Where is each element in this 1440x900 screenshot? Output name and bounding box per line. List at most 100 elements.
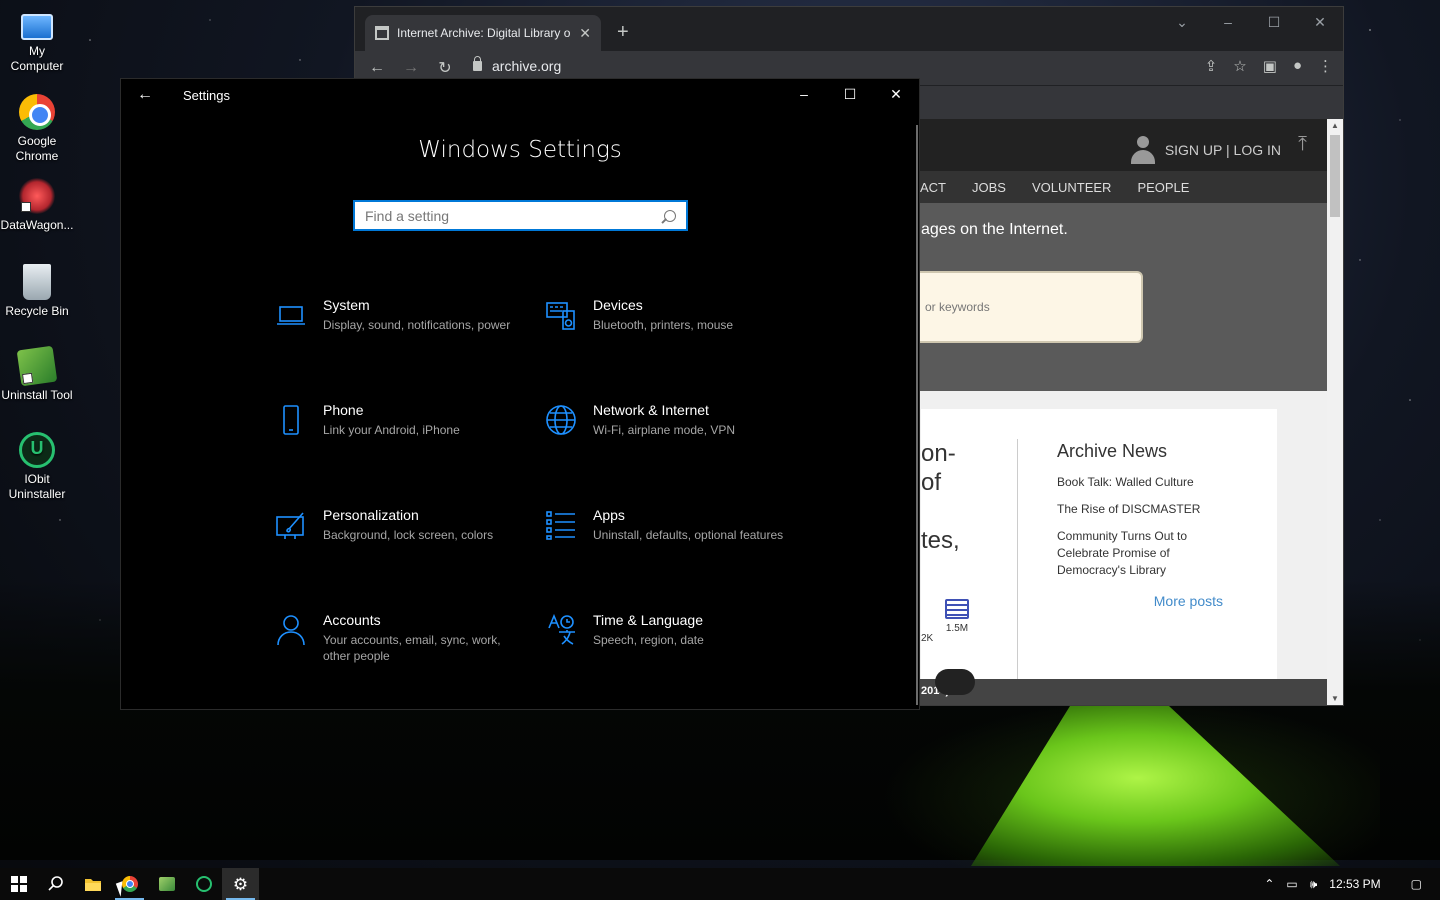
- desktop-icon-datawagon[interactable]: DataWagon...: [0, 178, 74, 233]
- folder-icon: [84, 879, 101, 891]
- recycle-bin-icon: [23, 264, 51, 300]
- news-item[interactable]: The Rise of DISCMASTER: [1057, 501, 1237, 518]
- share-icon[interactable]: ⇪: [1205, 57, 1218, 75]
- tile-name: Devices: [593, 297, 643, 313]
- desktop-icon-google-chrome[interactable]: Google Chrome: [0, 94, 74, 164]
- scroll-down-icon[interactable]: ▼: [1327, 694, 1343, 703]
- chrome-tab[interactable]: Internet Archive: Digital Library o ✕: [365, 15, 601, 51]
- news-item[interactable]: Community Turns Out to Celebrate Promise…: [1057, 528, 1237, 579]
- settings-scrollbar[interactable]: [916, 125, 918, 705]
- notifications-icon[interactable]: ▢: [1411, 877, 1422, 891]
- chrome-icon: [19, 94, 55, 130]
- tile-accounts[interactable]: Accounts Your accounts, email, sync, wor…: [275, 612, 515, 664]
- taskbar-search-button[interactable]: [37, 868, 74, 900]
- tab-search-icon[interactable]: ⌄: [1159, 7, 1205, 39]
- start-button[interactable]: [0, 868, 37, 900]
- toolbar-actions: ⇪ ☆ ▣ ● ⋮: [1205, 57, 1333, 75]
- scroll-up-icon[interactable]: ▲: [1327, 121, 1343, 130]
- maximize-button[interactable]: ☐: [827, 79, 873, 111]
- minimize-button[interactable]: –: [1205, 7, 1251, 39]
- desktop-icon-iobit-uninstaller[interactable]: IObit Uninstaller: [0, 432, 74, 502]
- close-button[interactable]: ✕: [1297, 7, 1343, 39]
- lock-icon: [473, 56, 482, 71]
- desktop-icon-label: Uninstall Tool: [1, 388, 73, 402]
- tile-personalization[interactable]: Personalization Background, lock screen,…: [275, 507, 515, 543]
- settings-search-box[interactable]: [353, 200, 688, 231]
- tile-name: Personalization: [323, 507, 419, 523]
- tile-network[interactable]: Network & Internet Wi-Fi, airplane mode,…: [545, 402, 785, 438]
- maximize-button[interactable]: ☐: [1251, 7, 1297, 39]
- tile-desc: Speech, region, date: [593, 633, 704, 647]
- upload-icon[interactable]: ⤒: [1298, 133, 1307, 156]
- ia-stat[interactable]: 2K: [921, 615, 933, 644]
- menu-icon[interactable]: ⋮: [1318, 57, 1333, 75]
- desktop-icon-recycle-bin[interactable]: Recycle Bin: [0, 264, 74, 319]
- taskbar-iobit[interactable]: [185, 868, 222, 900]
- scroll-thumb[interactable]: [1330, 135, 1340, 217]
- user-avatar-icon: [1130, 136, 1155, 164]
- nav-jobs[interactable]: JOBS: [972, 180, 1006, 195]
- tile-name: Apps: [593, 507, 625, 523]
- new-tab-button[interactable]: +: [617, 21, 629, 44]
- search-icon[interactable]: [664, 209, 676, 222]
- news-item[interactable]: Book Talk: Walled Culture: [1057, 474, 1237, 491]
- clock[interactable]: 12:53 PM: [1329, 877, 1380, 891]
- archive-favicon-icon: [375, 26, 389, 40]
- desktop-icon-my-computer[interactable]: My Computer: [0, 8, 74, 74]
- archive-news: Archive News Book Talk: Walled Culture T…: [1057, 441, 1237, 609]
- ia-tagline: ages on the Internet.: [921, 221, 1068, 238]
- ia-big-text: on-: [921, 440, 956, 467]
- nav-volunteer[interactable]: VOLUNTEER: [1032, 180, 1111, 195]
- sign-up-login-link[interactable]: SIGN UP | LOG IN: [1165, 142, 1281, 158]
- ia-auth[interactable]: SIGN UP | LOG IN: [1130, 136, 1281, 164]
- close-button[interactable]: ✕: [873, 79, 919, 111]
- address-bar[interactable]: archive.org: [473, 56, 562, 74]
- page-title: Windows Settings: [418, 137, 622, 163]
- desktop-icon-label: My: [29, 44, 45, 58]
- search-icon: [47, 876, 63, 891]
- ia-divider: [1017, 439, 1018, 679]
- profile-icon[interactable]: ●: [1293, 57, 1302, 75]
- settings-window: ← Settings – ☐ ✕ Windows Settings System…: [120, 78, 920, 710]
- tile-desc: Bluetooth, printers, mouse: [593, 318, 734, 332]
- volume-icon[interactable]: 🕪: [1310, 877, 1318, 892]
- nav-people[interactable]: PEOPLE: [1137, 180, 1189, 195]
- ia-content-card: on- of tes, 2K 1.5M Archive News Book Ta…: [921, 409, 1277, 705]
- url-text: archive.org: [492, 58, 562, 74]
- page-scrollbar[interactable]: ▲ ▼: [1327, 119, 1343, 705]
- nav-contact[interactable]: ACT: [920, 180, 946, 195]
- bookmark-star-icon[interactable]: ☆: [1233, 57, 1246, 75]
- phone-icon: [283, 405, 299, 435]
- taskbar-uninstall-tool[interactable]: [148, 868, 185, 900]
- tile-system[interactable]: System Display, sound, notifications, po…: [275, 297, 515, 333]
- ia-go-button[interactable]: [935, 669, 975, 695]
- minimize-button[interactable]: –: [781, 79, 827, 111]
- devices-icon: [546, 302, 575, 330]
- chevron-up-icon[interactable]: ⌃: [1264, 877, 1274, 891]
- settings-window-title: Settings: [183, 87, 230, 103]
- tile-desc: Your accounts, email, sync, work, other …: [323, 633, 501, 663]
- list-icon: [945, 599, 969, 619]
- search-input[interactable]: [365, 207, 664, 224]
- reload-button[interactable]: ↻: [431, 58, 459, 78]
- taskbar-settings[interactable]: ⚙: [222, 868, 259, 900]
- network-icon[interactable]: ▭: [1286, 877, 1297, 891]
- tab-close-icon[interactable]: ✕: [579, 25, 591, 42]
- ia-stat[interactable]: 1.5M: [945, 599, 969, 634]
- uninstall-tool-icon: [158, 877, 175, 891]
- taskbar-file-explorer[interactable]: [74, 868, 111, 900]
- desktop-icon-label: Uninstaller: [8, 487, 66, 501]
- side-panel-icon[interactable]: ▣: [1263, 57, 1277, 75]
- ia-search-box[interactable]: or keywords: [881, 271, 1143, 343]
- more-posts-link[interactable]: More posts: [1057, 593, 1237, 609]
- tile-time-language[interactable]: Time & Language Speech, region, date: [545, 612, 785, 648]
- tile-desc: Uninstall, defaults, optional features: [593, 528, 784, 542]
- forward-button[interactable]: →: [397, 59, 425, 77]
- time-language-icon: [548, 614, 575, 645]
- desktop-icon-uninstall-tool[interactable]: Uninstall Tool: [0, 345, 74, 403]
- tile-devices[interactable]: Devices Bluetooth, printers, mouse: [545, 297, 785, 333]
- tile-apps[interactable]: Apps Uninstall, defaults, optional featu…: [545, 507, 785, 543]
- back-button[interactable]: ←: [363, 59, 391, 77]
- tile-phone[interactable]: Phone Link your Android, iPhone: [275, 402, 515, 438]
- back-arrow-icon[interactable]: ←: [121, 86, 169, 104]
